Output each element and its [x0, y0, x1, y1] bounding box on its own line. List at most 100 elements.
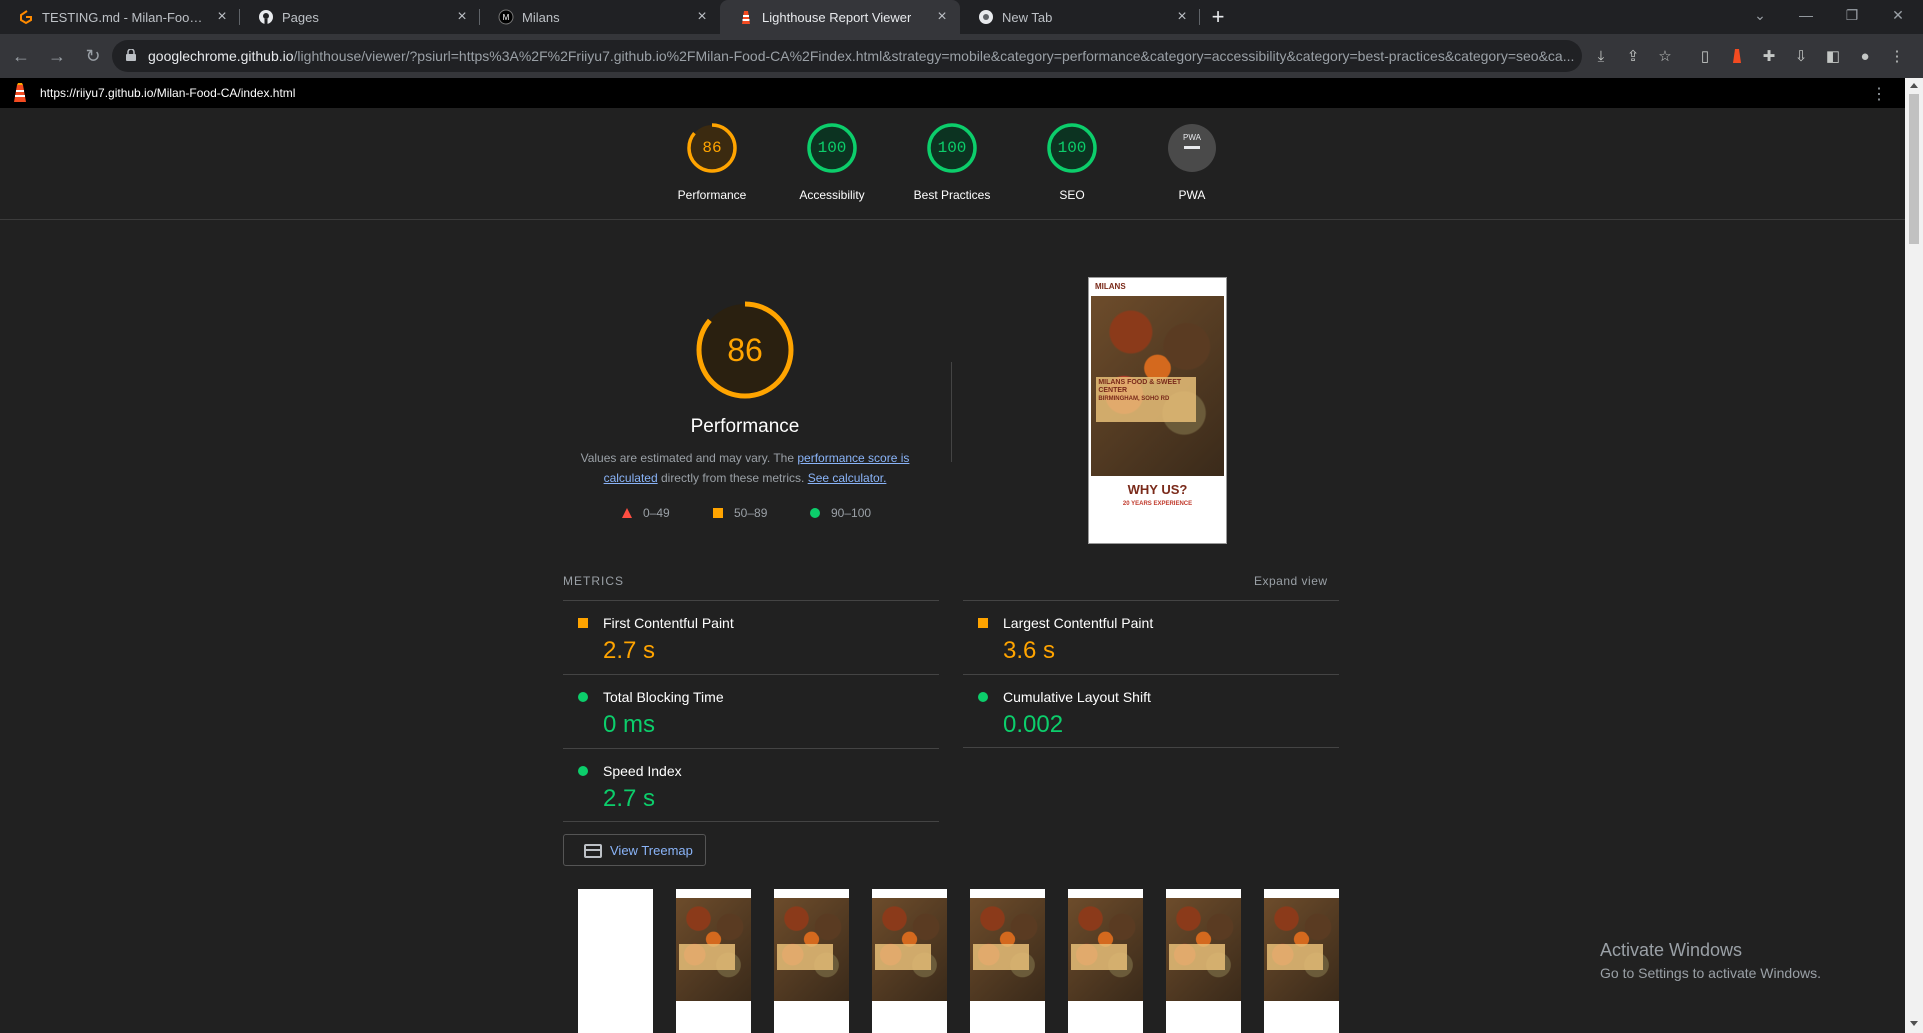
filmstrip-frame: [1068, 889, 1143, 1033]
gauge-label: SEO: [1059, 188, 1085, 202]
bookmark-star-icon[interactable]: ☆: [1655, 46, 1675, 66]
scrollbar[interactable]: [1905, 78, 1923, 1033]
tab-strip: TESTING.md - Milan-Food-CA - × Pages × M…: [0, 0, 1923, 34]
close-icon[interactable]: ×: [1174, 9, 1190, 25]
filmstrip-frame: [774, 889, 849, 1033]
final-screenshot[interactable]: MILANS MILANS FOOD & SWEET CENTER BIRMIN…: [1088, 277, 1227, 544]
url-path: /lighthouse/viewer/?psiurl=https%3A%2F%2…: [293, 48, 1575, 64]
tab-new-tab[interactable]: New Tab ×: [960, 0, 1200, 34]
gauge-performance[interactable]: 86 Performance: [657, 122, 767, 202]
puzzle-icon[interactable]: ✚: [1759, 46, 1779, 66]
gauge-label: Best Practices: [913, 188, 991, 202]
legend-fail: 0–49: [621, 506, 670, 520]
scrollbar-thumb[interactable]: [1909, 94, 1919, 244]
filmstrip-frame-blank: [578, 889, 653, 1033]
scroll-up-arrow[interactable]: [1910, 83, 1918, 88]
expand-view-toggle[interactable]: Expand view: [1254, 574, 1328, 588]
metric-name: Speed Index: [603, 763, 682, 779]
metric-name: Largest Contentful Paint: [1003, 615, 1154, 631]
tab-label: Milans: [522, 9, 560, 25]
kebab-menu-icon[interactable]: ⋮: [1871, 84, 1887, 104]
metric-lcp: Largest Contentful Paint 3.6 s: [963, 600, 1339, 674]
thumb-hero-text: MILANS FOOD & SWEET CENTER: [1098, 378, 1182, 394]
tab-lighthouse-report-viewer[interactable]: Lighthouse Report Viewer ×: [720, 0, 960, 34]
gitpod-icon: [20, 10, 32, 25]
downloads-icon[interactable]: ⇩: [1791, 46, 1811, 66]
forward-button[interactable]: →: [42, 41, 72, 71]
view-treemap-button[interactable]: View Treemap: [563, 834, 706, 866]
performance-score: 86: [727, 332, 763, 368]
gauge-best-practices[interactable]: 100 Best Practices: [897, 122, 1007, 202]
side-panel-icon[interactable]: ◧: [1823, 46, 1843, 66]
metric-name: Cumulative Layout Shift: [1003, 689, 1151, 705]
score-header: 86 Performance 100 Accessibility 100 Bes…: [0, 108, 1905, 220]
legend-range: 0–49: [643, 506, 670, 520]
gauge-score: 86: [702, 139, 722, 157]
metric-divider: [563, 821, 939, 822]
back-button[interactable]: ←: [6, 41, 36, 71]
see-calculator-link[interactable]: See calculator.: [808, 471, 887, 485]
menu-icon[interactable]: ⋮: [1887, 46, 1907, 66]
reload-button[interactable]: ↻: [78, 41, 108, 71]
filmstrip-frame: [872, 889, 947, 1033]
close-icon[interactable]: ×: [934, 9, 950, 25]
circle-icon: [810, 508, 820, 518]
tab-pages[interactable]: Pages ×: [240, 0, 480, 34]
gauge-score: 100: [1057, 139, 1087, 157]
report-topbar: https://riiyu7.github.io/Milan-Food-CA/i…: [0, 78, 1905, 108]
square-icon: [713, 508, 723, 518]
milans-icon: M: [498, 9, 514, 25]
circle-icon: [578, 766, 588, 776]
chrome-icon: [979, 10, 993, 24]
report-url[interactable]: https://riiyu7.github.io/Milan-Food-CA/i…: [40, 86, 295, 100]
close-icon[interactable]: ×: [214, 9, 230, 25]
thumb-hero-badge: MILANS FOOD & SWEET CENTER BIRMINGHAM, S…: [1096, 376, 1197, 422]
metric-value: 0 ms: [603, 711, 656, 738]
watermark-title: Activate Windows: [1600, 940, 1743, 960]
legend-range: 90–100: [831, 506, 872, 520]
install-icon[interactable]: ⤓: [1591, 46, 1611, 66]
close-window-button[interactable]: ✕: [1875, 0, 1921, 30]
gauge-seo[interactable]: 100 SEO: [1017, 122, 1127, 202]
triangle-icon: [622, 508, 632, 518]
gauge-label: Performance: [677, 188, 747, 202]
restore-button[interactable]: ❐: [1829, 0, 1875, 30]
share-icon[interactable]: ⇪: [1623, 46, 1643, 66]
gauge-accessibility[interactable]: 100 Accessibility: [777, 122, 887, 202]
extension-icon[interactable]: ▯: [1695, 46, 1715, 66]
metric-fcp: First Contentful Paint 2.7 s: [563, 600, 939, 674]
close-icon[interactable]: ×: [694, 9, 710, 25]
performance-title: Performance: [690, 416, 800, 437]
thumb-years: 20 YEARS EXPERIENCE: [1122, 500, 1193, 507]
windows-activation-watermark: Activate Windows Go to Settings to activ…: [1600, 940, 1821, 981]
treemap-label: View Treemap: [610, 842, 693, 858]
address-bar[interactable]: googlechrome.github.io/lighthouse/viewer…: [112, 40, 1582, 72]
performance-description: Values are estimated and may vary. The p…: [570, 448, 920, 488]
vertical-divider: [951, 362, 952, 462]
lock-icon: [126, 49, 136, 61]
gauge-pwa[interactable]: PWA PWA: [1137, 122, 1247, 202]
tab-label: Pages: [282, 9, 319, 25]
new-tab-button[interactable]: +: [1200, 0, 1236, 34]
desc-text: Values are estimated and may vary. The: [580, 451, 798, 465]
scroll-down-arrow[interactable]: [1910, 1021, 1918, 1026]
tab-testing-md[interactable]: TESTING.md - Milan-Food-CA - ×: [0, 0, 240, 34]
tab-label: TESTING.md - Milan-Food-CA -: [42, 9, 206, 25]
lighthouse-extension-icon[interactable]: [1727, 46, 1747, 66]
thumb-why-title: WHY US?: [1127, 481, 1188, 497]
profile-icon[interactable]: ●: [1855, 46, 1875, 66]
square-icon: [578, 618, 588, 628]
close-icon[interactable]: ×: [454, 9, 470, 25]
tab-search-icon[interactable]: ⌄: [1737, 0, 1783, 30]
minimize-button[interactable]: —: [1783, 0, 1829, 30]
watermark-subtitle: Go to Settings to activate Windows.: [1600, 965, 1821, 981]
treemap-icon: [584, 844, 602, 858]
thumb-brand: MILANS: [1091, 280, 1224, 296]
metric-value: 0.002: [1003, 711, 1064, 738]
tab-milans[interactable]: M Milans ×: [480, 0, 720, 34]
pwa-badge-icon: PWA: [1168, 124, 1216, 172]
tab-label: New Tab: [1002, 9, 1053, 25]
gauge-score: 100: [937, 139, 967, 157]
filmstrip-frame: [1264, 889, 1339, 1033]
metrics-heading: METRICS: [563, 574, 624, 588]
